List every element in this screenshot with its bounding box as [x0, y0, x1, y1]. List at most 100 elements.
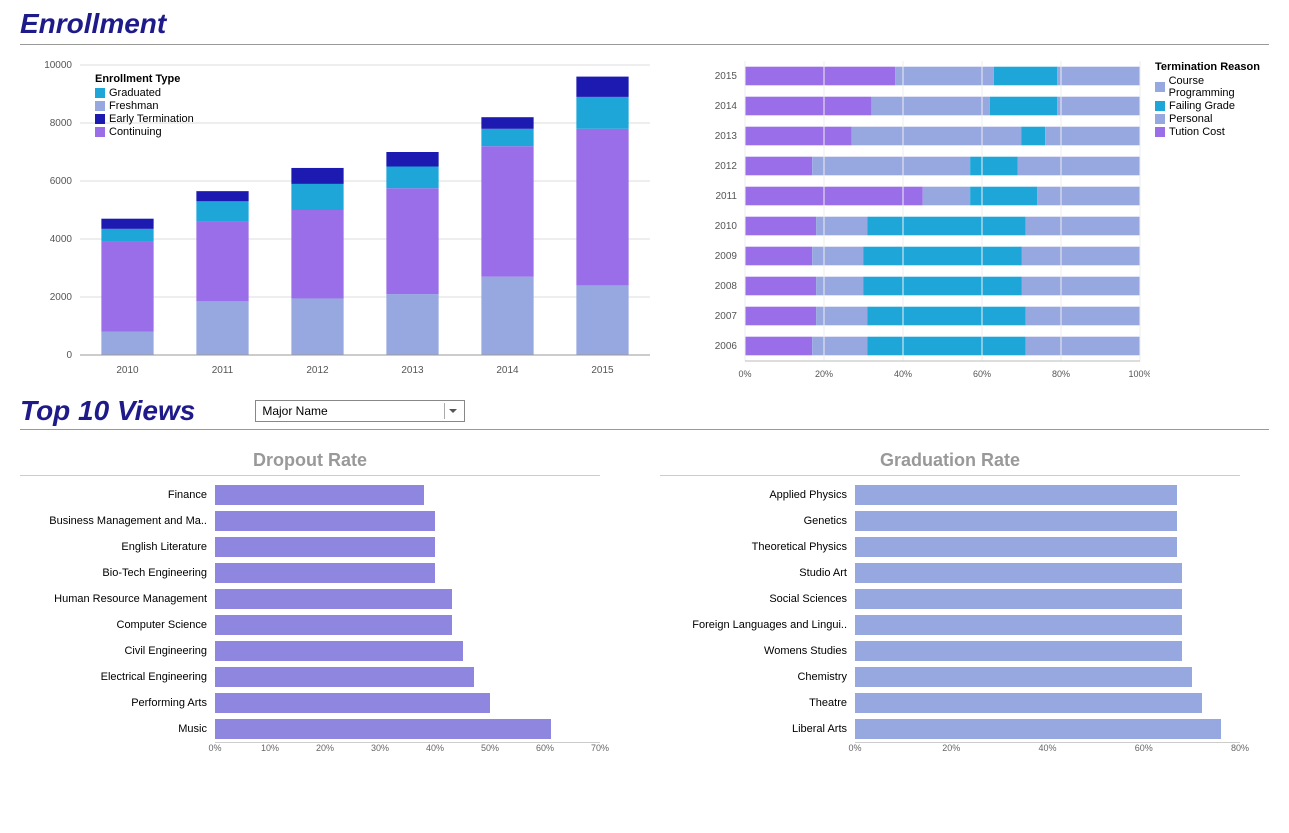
- legend-item: Graduated: [95, 87, 194, 99]
- hbar-row: Liberal Arts: [660, 716, 1240, 742]
- hbar-bar: [855, 615, 1182, 635]
- legend-item: Course Programming: [1155, 75, 1269, 99]
- legend-swatch: [1155, 114, 1165, 124]
- hbar-label: Chemistry: [660, 671, 855, 683]
- legend-item: Freshman: [95, 100, 194, 112]
- hbar-bar: [855, 719, 1221, 739]
- svg-text:2013: 2013: [715, 131, 738, 142]
- hbar-track: [855, 482, 1240, 508]
- axis-tick: 20%: [316, 743, 334, 753]
- svg-text:2011: 2011: [212, 365, 234, 376]
- hbar-bar: [215, 719, 551, 739]
- axis-tick: 20%: [942, 743, 960, 753]
- hbar-track: [215, 612, 600, 638]
- hbar-bar: [855, 563, 1182, 583]
- graduation-rate-chart: Graduation Rate Applied PhysicsGeneticsT…: [660, 450, 1240, 762]
- svg-text:2012: 2012: [715, 161, 738, 172]
- svg-text:20%: 20%: [815, 369, 833, 379]
- legend-swatch: [95, 114, 105, 124]
- legend-label: Freshman: [109, 100, 159, 112]
- hbar-label: Foreign Languages and Lingui..: [660, 619, 855, 631]
- hbar-row: Performing Arts: [20, 690, 600, 716]
- hbar-label: Theatre: [660, 697, 855, 709]
- legend-swatch: [95, 101, 105, 111]
- dropdown-selected: Major Name: [262, 404, 327, 418]
- hbar-bar: [215, 667, 474, 687]
- legend-label: Graduated: [109, 87, 161, 99]
- hbar-row: Civil Engineering: [20, 638, 600, 664]
- svg-text:60%: 60%: [973, 369, 991, 379]
- hbar-row: Music: [20, 716, 600, 742]
- hbar-label: Performing Arts: [20, 697, 215, 709]
- major-name-dropdown[interactable]: Major Name: [255, 400, 465, 422]
- hbar-track: [215, 664, 600, 690]
- svg-text:2009: 2009: [715, 251, 738, 262]
- hbar-row: Applied Physics: [660, 482, 1240, 508]
- legend-swatch: [1155, 127, 1165, 137]
- svg-text:2015: 2015: [591, 365, 614, 376]
- hbar-track: [855, 534, 1240, 560]
- svg-text:2007: 2007: [715, 311, 738, 322]
- hbar-label: Music: [20, 723, 215, 735]
- svg-text:4000: 4000: [50, 234, 73, 245]
- axis-tick: 80%: [1231, 743, 1249, 753]
- enrollment-stacked-chart: 0200040006000800010000201020112012201320…: [20, 55, 660, 385]
- svg-text:2011: 2011: [715, 191, 737, 202]
- hbar-label: Womens Studies: [660, 645, 855, 657]
- hbar-row: Electrical Engineering: [20, 664, 600, 690]
- hbar-bar: [855, 537, 1177, 557]
- hbar-row: Business Management and Ma..: [20, 508, 600, 534]
- legend-item: Personal: [1155, 113, 1269, 125]
- hbar-label: Business Management and Ma..: [20, 515, 215, 527]
- svg-text:2008: 2008: [715, 281, 738, 292]
- hbar-track: [855, 638, 1240, 664]
- chevron-down-icon: [444, 403, 460, 419]
- enrollment-legend: Enrollment Type GraduatedFreshmanEarly T…: [95, 73, 194, 139]
- svg-text:2012: 2012: [306, 365, 329, 376]
- hbar-label: Genetics: [660, 515, 855, 527]
- dropout-rate-chart: Dropout Rate Finance Business Management …: [20, 450, 600, 762]
- legend-item: Failing Grade: [1155, 100, 1269, 112]
- legend-label: Early Termination: [109, 113, 194, 125]
- svg-text:2013: 2013: [401, 365, 424, 376]
- legend-item: Tution Cost: [1155, 126, 1269, 138]
- svg-text:2006: 2006: [715, 341, 738, 352]
- hbar-track: [855, 690, 1240, 716]
- hbar-label: Bio-Tech Engineering: [20, 567, 215, 579]
- hbar-bar: [215, 693, 490, 713]
- hbar-track: [215, 508, 600, 534]
- axis-tick: 40%: [426, 743, 444, 753]
- hbar-row: Studio Art: [660, 560, 1240, 586]
- hbar-bar: [855, 693, 1202, 713]
- svg-text:40%: 40%: [894, 369, 912, 379]
- axis-tick: 70%: [591, 743, 609, 753]
- svg-text:2000: 2000: [50, 292, 73, 303]
- top10-title: Top 10 Views: [20, 395, 195, 427]
- svg-text:2010: 2010: [116, 365, 139, 376]
- axis-tick: 10%: [261, 743, 279, 753]
- hbar-track: [855, 560, 1240, 586]
- dropout-title: Dropout Rate: [20, 450, 600, 476]
- hbar-track: [215, 560, 600, 586]
- hbar-label: English Literature: [20, 541, 215, 553]
- hbar-row: English Literature: [20, 534, 600, 560]
- hbar-row: Social Sciences: [660, 586, 1240, 612]
- hbar-track: [855, 508, 1240, 534]
- svg-text:2014: 2014: [715, 101, 738, 112]
- termination-stacked-chart: 2015201420132012201120102009200820072006…: [690, 55, 1269, 385]
- hbar-label: Civil Engineering: [20, 645, 215, 657]
- hbar-row: Computer Science: [20, 612, 600, 638]
- hbar-track: [855, 612, 1240, 638]
- axis-tick: 50%: [481, 743, 499, 753]
- hbar-row: Finance: [20, 482, 600, 508]
- hbar-bar: [215, 615, 452, 635]
- hbar-label: Finance: [20, 489, 215, 501]
- hbar-bar: [855, 485, 1177, 505]
- hbar-bar: [215, 563, 435, 583]
- hbar-label: Computer Science: [20, 619, 215, 631]
- hbar-row: Theoretical Physics: [660, 534, 1240, 560]
- legend-swatch: [95, 127, 105, 137]
- svg-text:2010: 2010: [715, 221, 738, 232]
- legend-swatch: [95, 88, 105, 98]
- hbar-row: Bio-Tech Engineering: [20, 560, 600, 586]
